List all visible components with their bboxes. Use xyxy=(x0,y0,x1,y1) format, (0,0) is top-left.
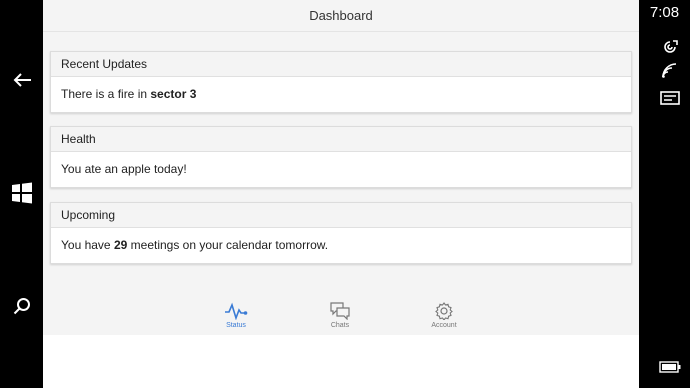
card-health: Health You ate an apple today! xyxy=(50,126,632,188)
search-icon xyxy=(13,298,30,315)
card-text-part: You have xyxy=(61,238,114,252)
card-text-emphasis: 29 xyxy=(113,238,128,252)
system-status-bar: 7:08 xyxy=(639,0,690,388)
card-text: There is a fire in sector 3 xyxy=(51,77,631,112)
page-header: Dashboard xyxy=(43,0,639,32)
nfc-icon xyxy=(659,39,681,55)
tab-label: Status xyxy=(226,322,246,329)
card-title: Health xyxy=(51,127,631,152)
app-window: Dashboard Recent Updates There is a fire… xyxy=(43,0,639,388)
tab-status[interactable]: Status xyxy=(206,299,266,335)
card-text-part: meetings on your calendar tomorrow. xyxy=(127,238,329,252)
system-nav-bar xyxy=(0,0,43,388)
battery-icon xyxy=(659,359,681,375)
gear-icon xyxy=(435,302,453,320)
card-text-emphasis: sector 3 xyxy=(150,87,197,101)
card-title: Recent Updates xyxy=(51,52,631,77)
pulse-icon xyxy=(225,302,248,320)
start-button[interactable] xyxy=(0,173,43,213)
wifi-signal-icon xyxy=(659,62,681,78)
tab-chats[interactable]: Chats xyxy=(310,299,370,335)
back-button[interactable] xyxy=(0,60,43,100)
page-title: Dashboard xyxy=(309,8,373,23)
tab-account[interactable]: Account xyxy=(414,299,474,335)
search-button[interactable] xyxy=(0,286,43,326)
card-text: You ate an apple today! xyxy=(51,152,631,187)
card-recent-updates: Recent Updates There is a fire in sector… xyxy=(50,51,632,113)
back-arrow-icon xyxy=(13,73,31,87)
card-text-part: There is a fire in xyxy=(61,87,151,101)
card-title: Upcoming xyxy=(51,203,631,228)
bottom-tab-bar: Status Chats Account xyxy=(43,299,639,335)
clock: 7:08 xyxy=(649,4,680,21)
card-upcoming: Upcoming You have 29 meetings on your ca… xyxy=(50,202,632,264)
chat-bubbles-icon xyxy=(330,302,350,320)
dashboard-content: Recent Updates There is a fire in sector… xyxy=(43,32,639,299)
tab-label: Account xyxy=(431,322,457,329)
card-text-part: You ate an apple today! xyxy=(61,162,187,176)
tab-label: Chats xyxy=(330,322,350,329)
message-notification-icon xyxy=(659,90,681,106)
empty-area xyxy=(43,335,639,388)
card-text: You have 29 meetings on your calendar to… xyxy=(51,228,631,263)
windows-logo-icon xyxy=(11,182,32,204)
